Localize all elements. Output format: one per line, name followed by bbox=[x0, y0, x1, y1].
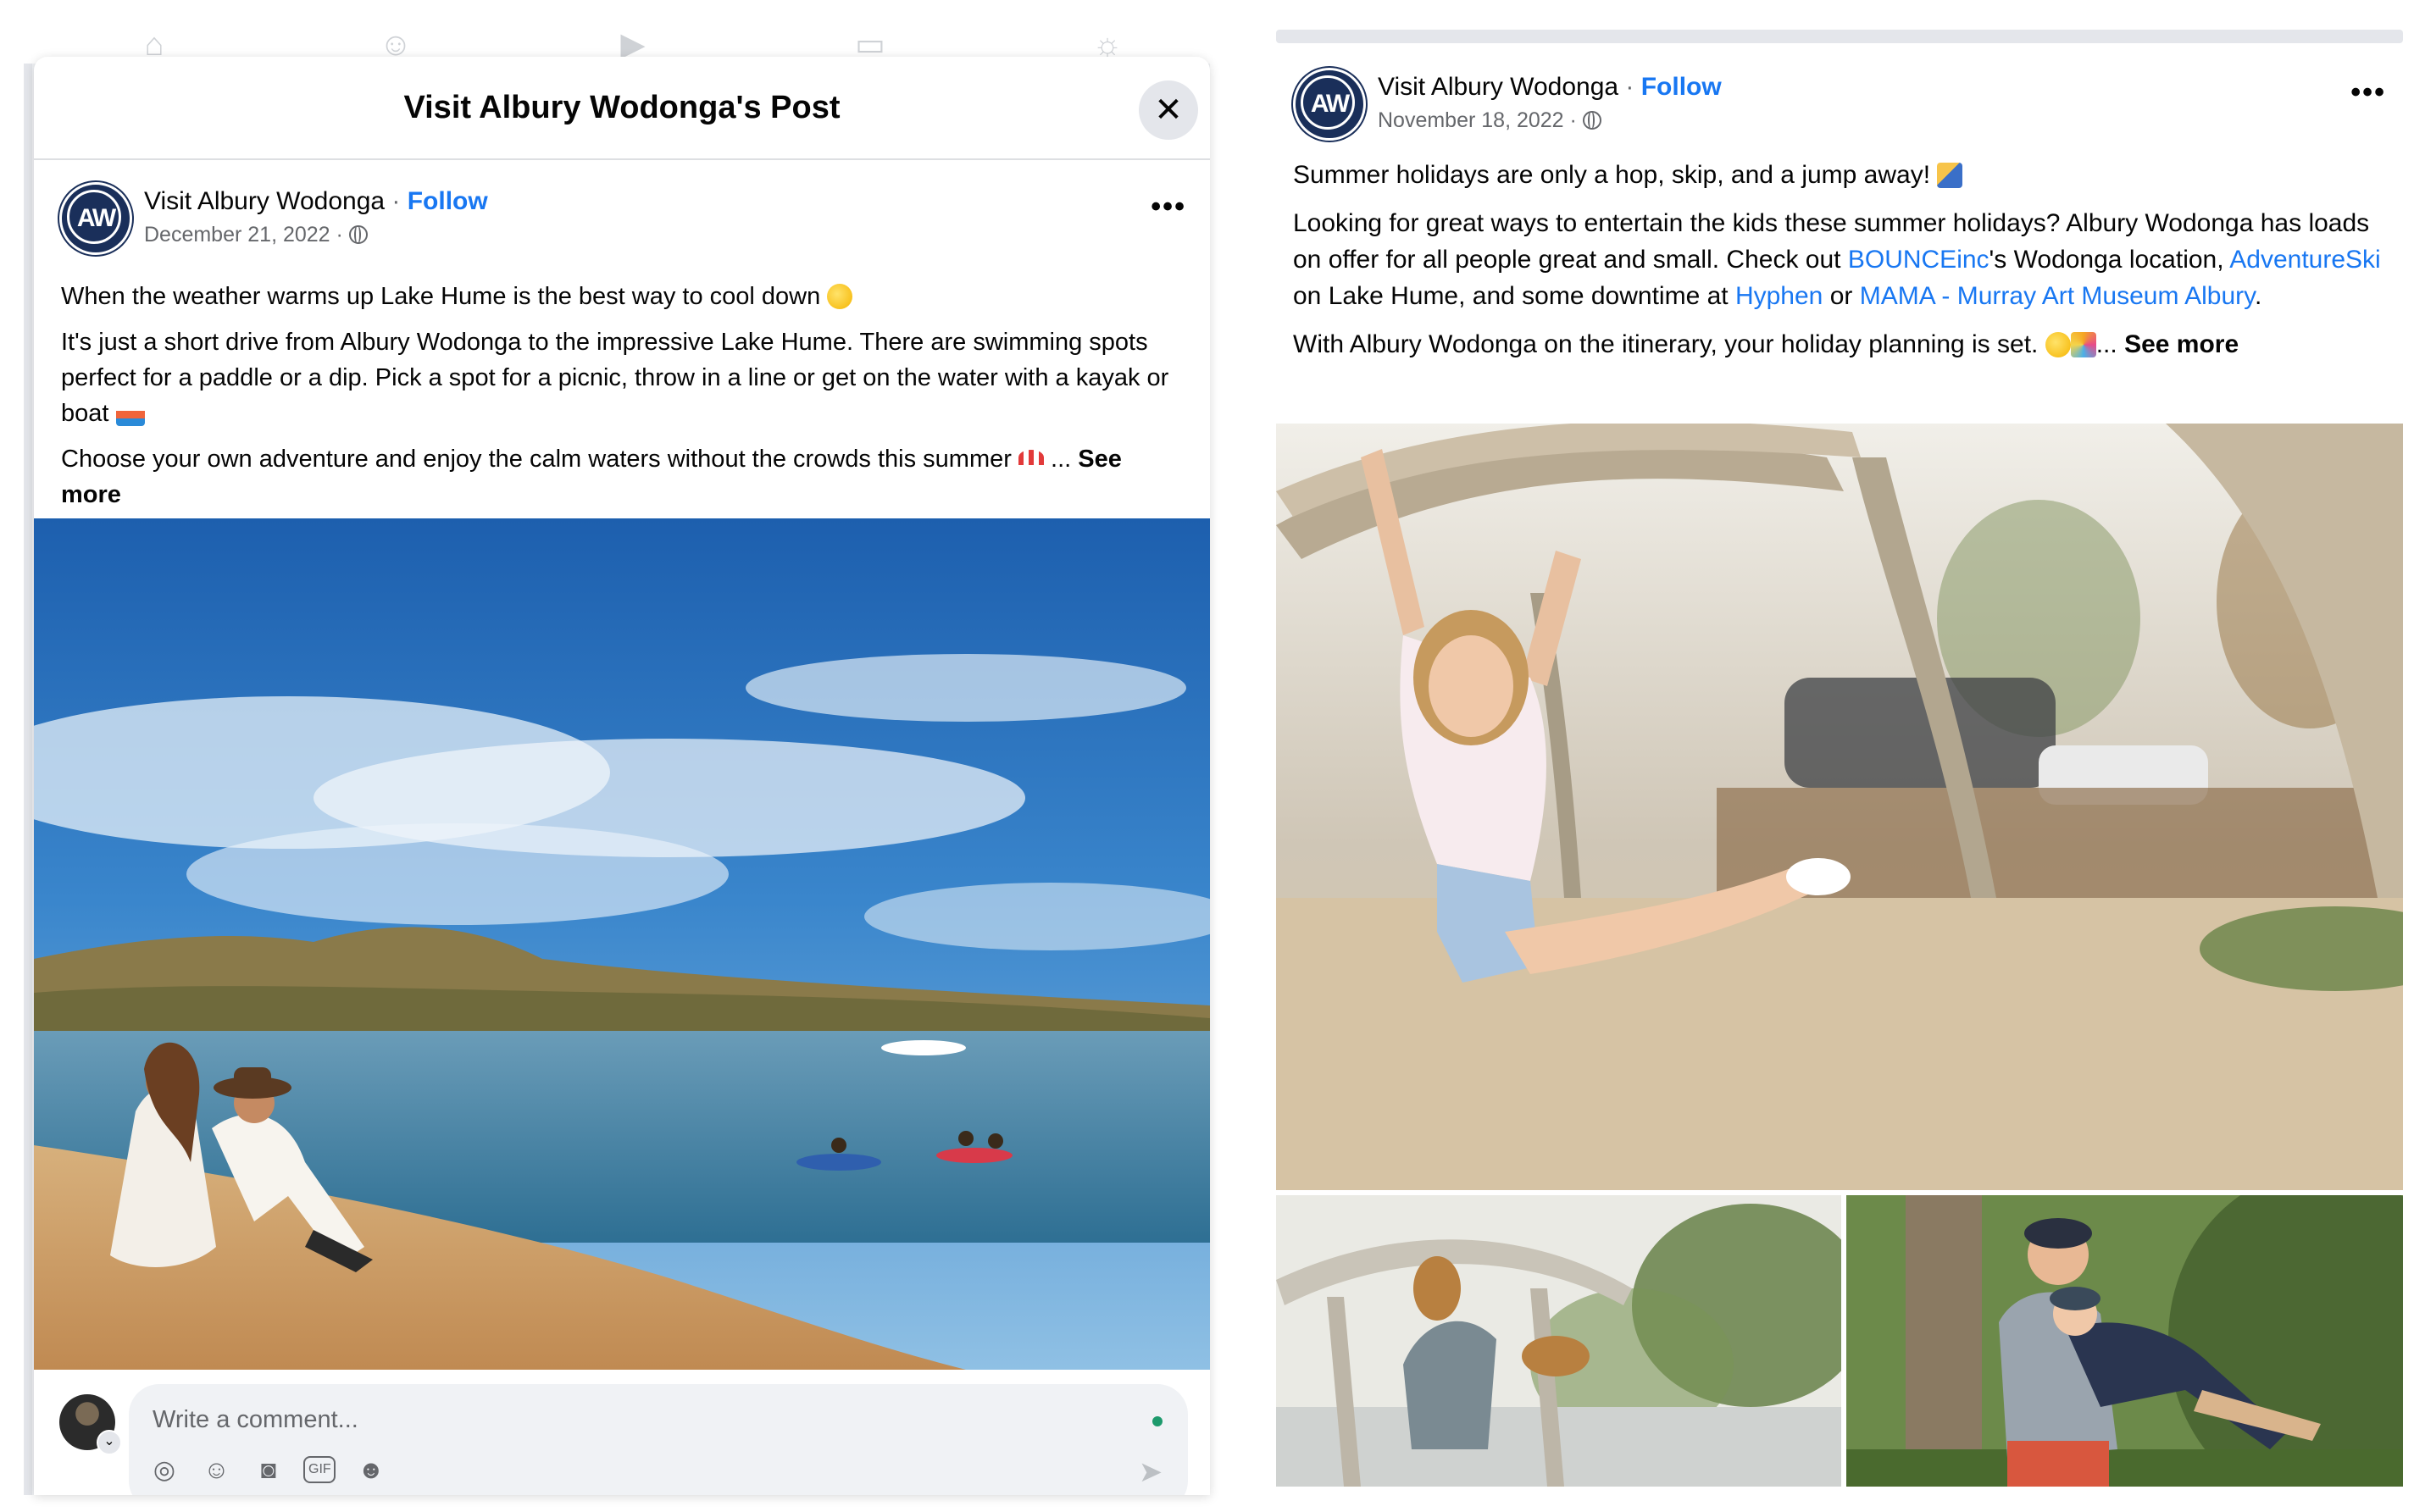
post-text: on Lake Hume, and some downtime at bbox=[1293, 282, 1735, 310]
post-body: Summer holidays are only a hop, skip, an… bbox=[1293, 157, 2395, 374]
post-text: With Albury Wodonga on the itinerary, yo… bbox=[1293, 330, 2039, 358]
camera-icon[interactable]: ◙ bbox=[252, 1454, 286, 1487]
status-dot-icon bbox=[1152, 1416, 1163, 1426]
see-more-link[interactable]: See more bbox=[2124, 330, 2239, 358]
post-header: AW Visit Albury Wodonga · Follow Decembe… bbox=[59, 182, 1186, 258]
post-text: 's Wodonga location, bbox=[1989, 246, 2230, 274]
post-text: Choose your own adventure and enjoy the … bbox=[61, 446, 1012, 473]
post-text: It's just a short drive from Albury Wodo… bbox=[61, 329, 1169, 427]
comment-box: ◎ ☺ ◙ GIF ☻ ➤ bbox=[129, 1384, 1188, 1495]
page-name-link[interactable]: Visit Albury Wodonga bbox=[1378, 73, 1618, 101]
ellipsis: ... bbox=[2095, 330, 2125, 358]
sun-emoji-icon bbox=[827, 284, 853, 309]
modal-header: Visit Albury Wodonga's Post ✕ bbox=[34, 57, 1210, 160]
ellipsis: ... bbox=[1043, 446, 1079, 473]
post-photo-secondary-2[interactable] bbox=[1846, 1195, 2403, 1487]
post-paragraph: Choose your own adventure and enjoy the … bbox=[61, 441, 1188, 512]
follow-button[interactable]: Follow bbox=[1641, 73, 1722, 101]
name-separator: · bbox=[385, 187, 408, 215]
comment-input[interactable] bbox=[151, 1398, 1086, 1442]
post-text: or bbox=[1823, 282, 1860, 310]
globe-icon bbox=[1582, 111, 1601, 130]
post-paragraph: Looking for great ways to entertain the … bbox=[1293, 205, 2395, 314]
adventureski-link[interactable]: AdventureSki bbox=[2229, 246, 2380, 274]
modal-title: Visit Albury Wodonga's Post bbox=[403, 90, 841, 125]
party-emoji-icon bbox=[2070, 332, 2096, 357]
more-icon[interactable]: ••• bbox=[2350, 76, 2386, 109]
post-header: AW Visit Albury Wodonga · Follow Novembe… bbox=[1293, 68, 2386, 144]
boat-emoji-icon bbox=[115, 401, 145, 426]
post-text: Summer holidays are only a hop, skip, an… bbox=[1293, 161, 1931, 189]
previous-post-edge bbox=[1276, 30, 2403, 43]
follow-button[interactable]: Follow bbox=[408, 187, 488, 215]
page-avatar[interactable]: AW bbox=[1293, 68, 1366, 141]
post-date[interactable]: November 18, 2022 · bbox=[1378, 108, 1583, 132]
post-photo-main[interactable] bbox=[1276, 424, 2403, 1190]
chevron-down-icon[interactable]: ⌄ bbox=[97, 1430, 122, 1455]
sun-emoji-icon bbox=[2045, 332, 2071, 357]
gif-icon[interactable]: GIF bbox=[303, 1456, 336, 1483]
post-paragraph: It's just a short drive from Albury Wodo… bbox=[61, 324, 1188, 431]
post-modal: Visit Albury Wodonga's Post ✕ AW Visit A… bbox=[34, 57, 1210, 1495]
post-body: When the weather warms up Lake Hume is t… bbox=[61, 279, 1188, 523]
post-date[interactable]: December 21, 2022 · bbox=[144, 223, 349, 246]
post-paragraph: With Albury Wodonga on the itinerary, yo… bbox=[1293, 326, 2395, 363]
umbrella-emoji-icon bbox=[1018, 450, 1044, 465]
cartwheel-emoji-icon bbox=[1937, 163, 1963, 188]
background-feed-edge bbox=[24, 64, 32, 1495]
page-name-line: Visit Albury Wodonga · Follow bbox=[144, 187, 488, 216]
globe-icon bbox=[348, 225, 368, 244]
send-icon[interactable]: ➤ bbox=[1134, 1455, 1168, 1489]
comment-composer: ⌄ ◎ ☺ ◙ GIF ☻ ➤ bbox=[34, 1374, 1210, 1495]
mama-link[interactable]: MAMA - Murray Art Museum Albury bbox=[1860, 282, 2255, 310]
close-button[interactable]: ✕ bbox=[1139, 80, 1198, 140]
right-screenshot: AW Visit Albury Wodonga · Follow Novembe… bbox=[1276, 30, 2403, 1487]
post-paragraph: When the weather warms up Lake Hume is t… bbox=[61, 279, 1188, 314]
comment-tools: ◎ ☺ ◙ GIF ☻ bbox=[147, 1454, 402, 1491]
close-icon: ✕ bbox=[1154, 91, 1183, 129]
bounceinc-link[interactable]: BOUNCEinc bbox=[1848, 246, 1989, 274]
more-icon[interactable]: ••• bbox=[1151, 191, 1186, 224]
page-name-line: Visit Albury Wodonga · Follow bbox=[1378, 73, 1722, 102]
hyphen-link[interactable]: Hyphen bbox=[1735, 282, 1823, 310]
post-photo-lake[interactable] bbox=[34, 518, 1210, 1370]
page-avatar[interactable]: AW bbox=[59, 182, 132, 255]
name-separator: · bbox=[1618, 73, 1641, 101]
post-text: . bbox=[2254, 282, 2262, 310]
avatar-sticker-icon[interactable]: ☻ bbox=[354, 1454, 388, 1487]
post-text: When the weather warms up Lake Hume is t… bbox=[61, 283, 821, 310]
post-date-line: November 18, 2022 · bbox=[1378, 108, 1601, 133]
post-date-line: December 21, 2022 · bbox=[144, 223, 368, 247]
post-paragraph: Summer holidays are only a hop, skip, an… bbox=[1293, 157, 2395, 193]
post-photo-secondary-1[interactable] bbox=[1276, 1195, 1841, 1487]
sticker-icon[interactable]: ◎ bbox=[147, 1454, 181, 1487]
page-name-link[interactable]: Visit Albury Wodonga bbox=[144, 187, 385, 215]
emoji-icon[interactable]: ☺ bbox=[199, 1454, 233, 1487]
